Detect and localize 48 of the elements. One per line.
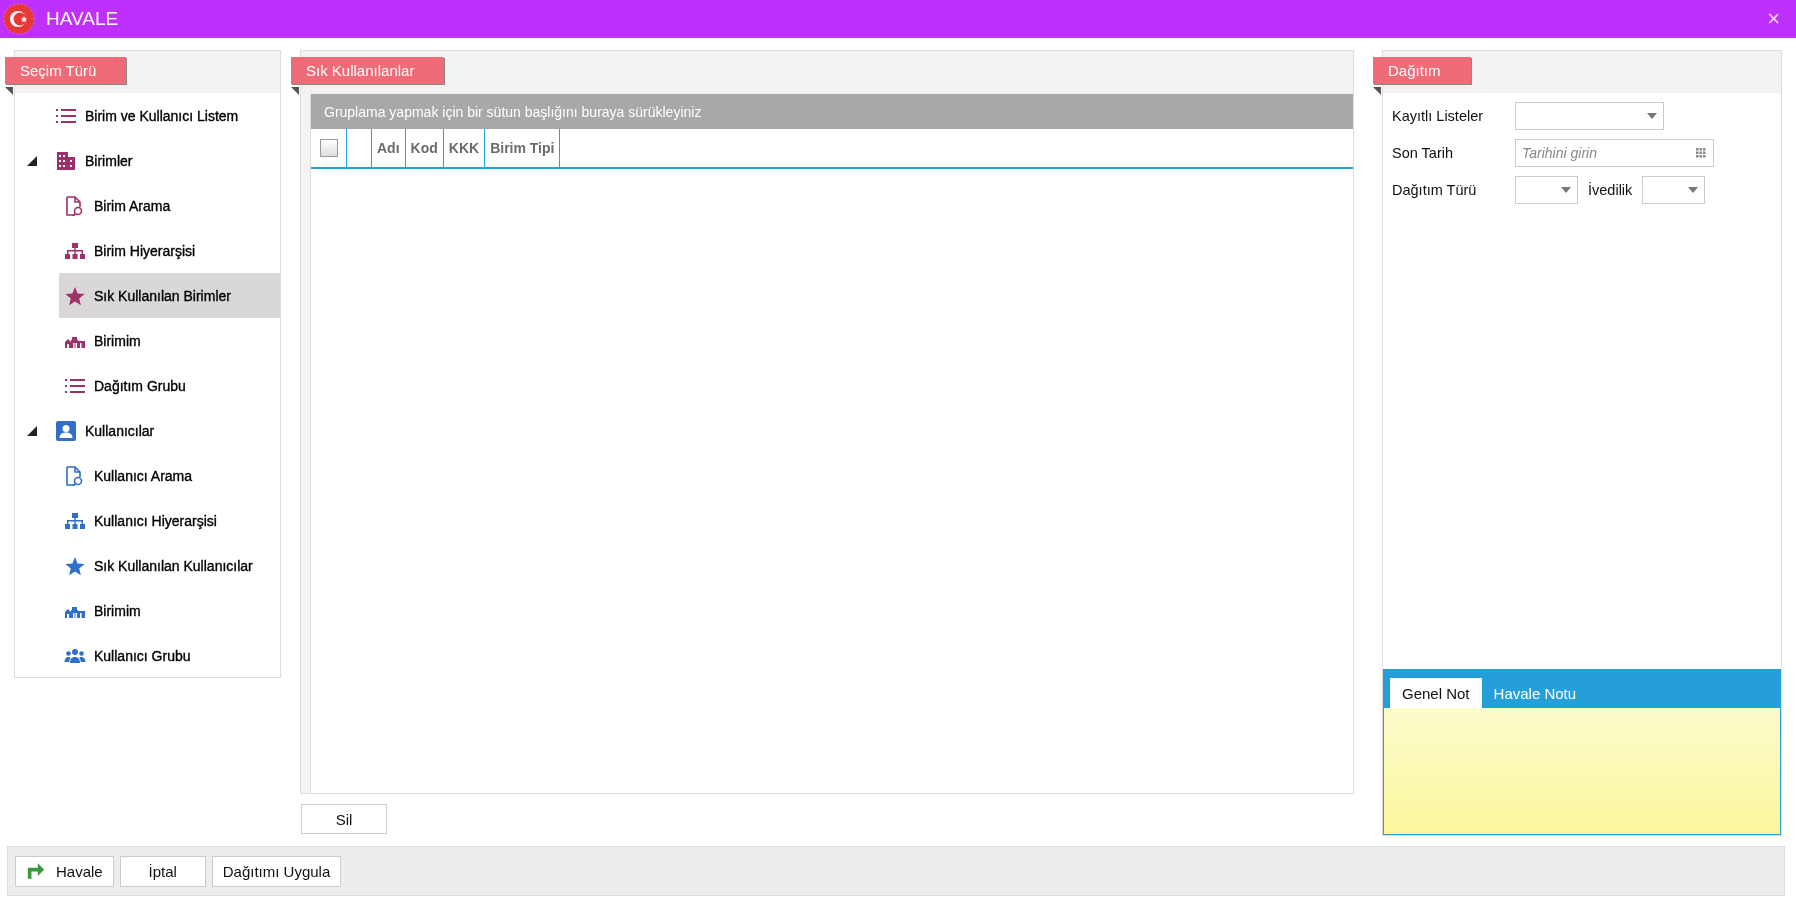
panel-title: Seçim Türü xyxy=(5,57,127,84)
corner-fold-icon xyxy=(5,87,13,95)
sidebar-item[interactable]: Sık Kullanılan Birimler xyxy=(59,273,280,318)
expand-triangle-icon[interactable] xyxy=(27,425,37,436)
sidebar-item[interactable]: Birim Hiyerarşisi xyxy=(59,228,280,273)
caret-icon xyxy=(1647,112,1657,119)
field-label: Kayıtlı Listeler xyxy=(1392,107,1485,124)
panel-title: Sık Kullanılanlar xyxy=(291,57,445,84)
note-tab[interactable]: Genel Not xyxy=(1390,678,1482,708)
sidebar-item[interactable]: Kullanıcılar xyxy=(15,408,280,453)
column-header[interactable]: Birim Tipi xyxy=(485,129,561,167)
turn-arrow-icon xyxy=(26,862,46,880)
field-label: İvedilik xyxy=(1588,181,1633,198)
sidebar-item[interactable]: Birim Arama xyxy=(59,183,280,228)
panel-title: Dağıtım xyxy=(1373,57,1471,84)
sidebar-item[interactable]: Birimler xyxy=(15,138,280,183)
column-header[interactable]: Adı xyxy=(372,129,406,167)
dropdown[interactable] xyxy=(1515,175,1578,204)
select-all-checkbox[interactable] xyxy=(319,139,338,157)
dropdown[interactable] xyxy=(1642,175,1706,204)
dropdown[interactable] xyxy=(1515,101,1664,130)
corner-fold-icon xyxy=(291,87,299,95)
action-button[interactable]: İptal xyxy=(119,855,206,887)
column-header[interactable]: KKK xyxy=(443,129,486,167)
corner-fold-icon xyxy=(1373,87,1381,95)
field-label: Son Tarih xyxy=(1392,144,1454,161)
sidebar-item[interactable]: Birim ve Kullanıcı Listem xyxy=(15,93,280,138)
caret-icon xyxy=(1561,186,1571,193)
sidebar-item[interactable]: Kullanıcı Grubu xyxy=(59,633,280,678)
action-button[interactable]: Dağıtımı Uygula xyxy=(211,855,342,887)
caret-icon xyxy=(1688,186,1699,193)
emblem-logo xyxy=(3,3,35,35)
sidebar-item[interactable]: Kullanıcı Hiyerarşisi xyxy=(59,498,280,543)
delete-button[interactable]: Sil xyxy=(301,804,387,834)
forward-button[interactable]: Havale xyxy=(15,855,114,887)
sidebar-item[interactable]: Birimim xyxy=(59,318,280,363)
date-field[interactable]: Tarihini girin xyxy=(1515,138,1714,167)
sidebar-item[interactable]: Sık Kullanılan Kullanıcılar xyxy=(59,543,280,588)
calendar-icon xyxy=(1696,147,1706,158)
window-title: HAVALE xyxy=(46,8,120,30)
field-label: Dağıtım Türü xyxy=(1392,181,1478,198)
group-by-bar: Gruplama yapmak için bir sütun başlığını buraya sürükleyiniz xyxy=(311,94,1353,129)
sidebar-item[interactable]: Dağıtım Grubu xyxy=(59,363,280,408)
column-header[interactable]: Kod xyxy=(405,129,444,167)
expand-triangle-icon[interactable] xyxy=(27,155,37,166)
sidebar-item[interactable]: Birimim xyxy=(59,588,280,633)
sidebar-item[interactable]: Kullanıcı Arama xyxy=(59,453,280,498)
note-area[interactable] xyxy=(1384,708,1780,834)
